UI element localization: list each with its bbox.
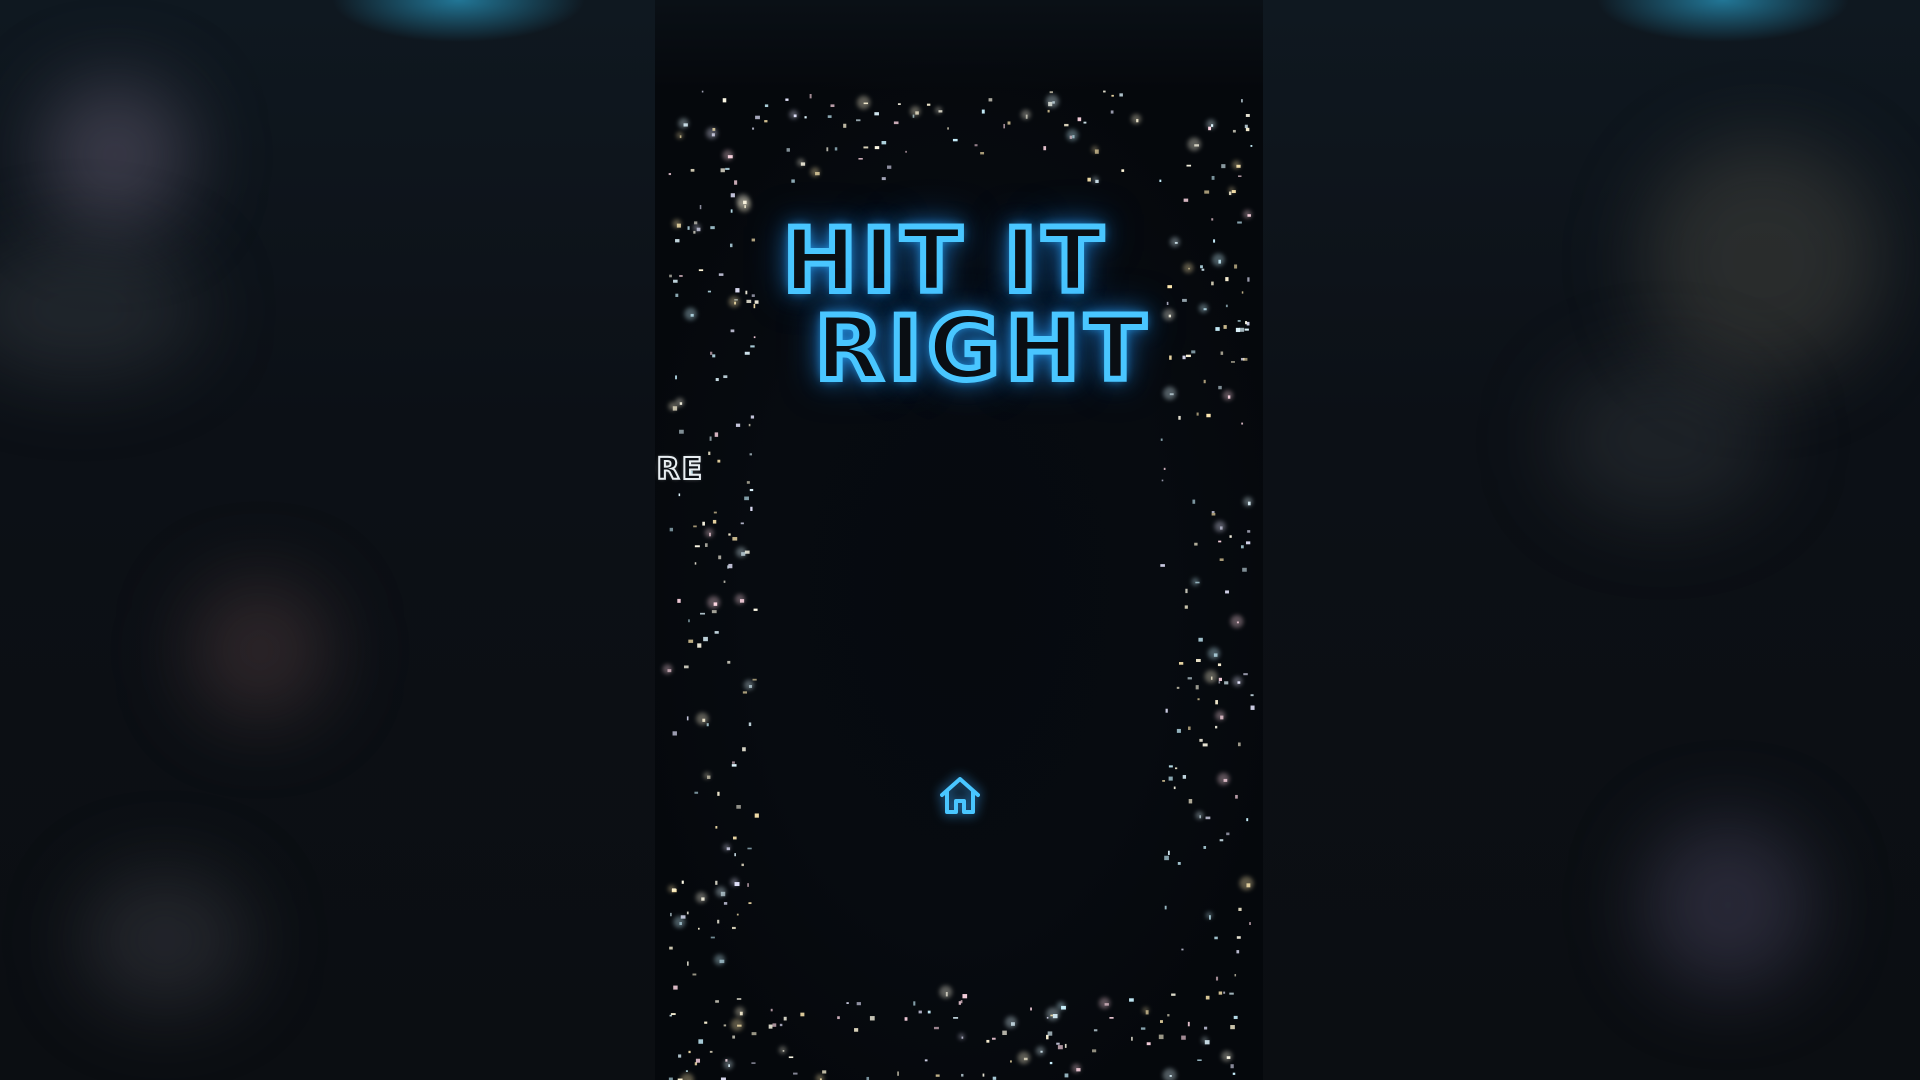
blurred-backdrop-right	[1263, 0, 1920, 1080]
score-label: ORE	[655, 451, 705, 488]
home-button[interactable]	[933, 770, 987, 820]
home-icon	[940, 777, 980, 814]
city-lights-border	[662, 90, 1255, 1080]
screen: HIT IT RIGHT ORE	[0, 0, 1920, 1080]
game-viewport[interactable]: HIT IT RIGHT ORE	[655, 0, 1263, 1080]
blurred-backdrop-left	[0, 0, 655, 1080]
